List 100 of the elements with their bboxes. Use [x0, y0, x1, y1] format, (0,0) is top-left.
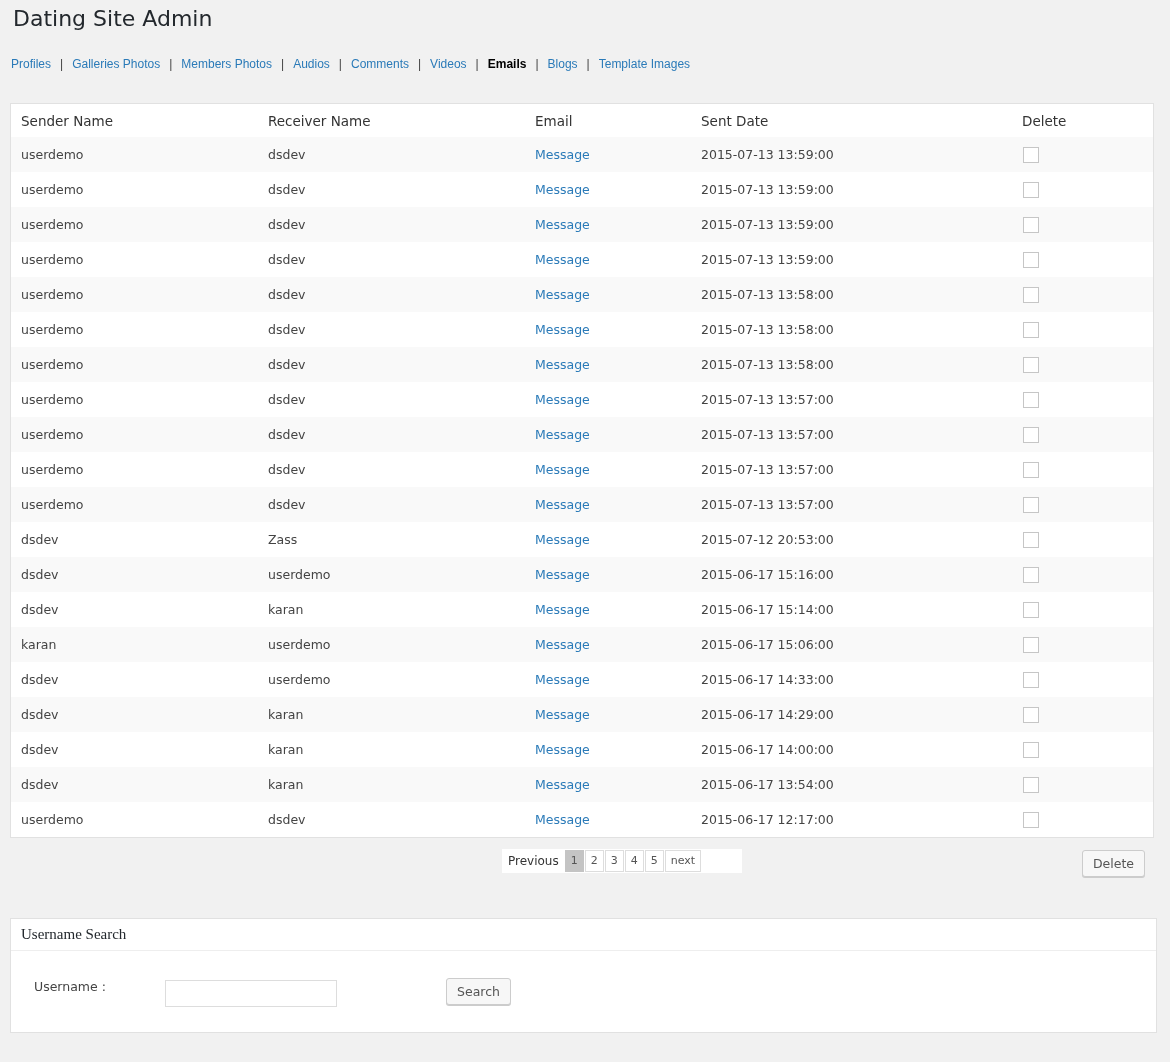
message-link[interactable]: Message [535, 637, 590, 652]
table-cell: 2015-06-17 13:54:00 [691, 767, 1012, 802]
nav-link[interactable]: Audios [293, 57, 330, 71]
table-cell: 2015-07-12 20:53:00 [691, 522, 1012, 557]
delete-checkbox[interactable] [1023, 707, 1039, 723]
delete-checkbox[interactable] [1023, 357, 1039, 373]
delete-checkbox[interactable] [1023, 217, 1039, 233]
previous-link[interactable]: Previous [502, 854, 565, 868]
column-header: Sent Date [691, 104, 1012, 137]
table-cell: dsdev [11, 522, 258, 557]
table-cell: userdemo [11, 137, 258, 172]
table-cell: dsdev [258, 277, 525, 312]
table-cell: userdemo [11, 487, 258, 522]
message-link[interactable]: Message [535, 357, 590, 372]
delete-checkbox[interactable] [1023, 182, 1039, 198]
message-link[interactable]: Message [535, 217, 590, 232]
nav-separator: | [338, 57, 342, 71]
nav-link[interactable]: Blogs [547, 57, 578, 71]
table-cell: karan [11, 627, 258, 662]
message-link[interactable]: Message [535, 462, 590, 477]
message-link[interactable]: Message [535, 707, 590, 722]
table-cell: userdemo [11, 172, 258, 207]
page-link[interactable]: 2 [584, 850, 604, 872]
message-link[interactable]: Message [535, 287, 590, 302]
delete-checkbox[interactable] [1023, 427, 1039, 443]
message-link[interactable]: Message [535, 392, 590, 407]
delete-checkbox[interactable] [1023, 602, 1039, 618]
table-cell: dsdev [258, 242, 525, 277]
table-cell: dsdev [11, 767, 258, 802]
message-link[interactable]: Message [535, 182, 590, 197]
message-link[interactable]: Message [535, 742, 590, 757]
delete-checkbox[interactable] [1023, 497, 1039, 513]
delete-checkbox[interactable] [1023, 147, 1039, 163]
message-link[interactable]: Message [535, 322, 590, 337]
table-cell: userdemo [11, 242, 258, 277]
table-cell: userdemo [11, 277, 258, 312]
delete-checkbox[interactable] [1023, 392, 1039, 408]
panel-title: Username Search [11, 919, 1156, 951]
delete-checkbox[interactable] [1023, 252, 1039, 268]
search-button[interactable]: Search [446, 978, 511, 1005]
table-cell: Zass [258, 522, 525, 557]
message-link[interactable]: Message [535, 567, 590, 582]
table-cell: karan [258, 732, 525, 767]
nav-link[interactable]: Members Photos [181, 57, 272, 71]
table-cell: dsdev [11, 592, 258, 627]
message-link[interactable]: Message [535, 252, 590, 267]
column-header: Sender Name [11, 104, 258, 137]
delete-checkbox[interactable] [1023, 532, 1039, 548]
table-cell: karan [258, 767, 525, 802]
delete-checkbox[interactable] [1023, 322, 1039, 338]
table-cell: userdemo [11, 312, 258, 347]
delete-checkbox[interactable] [1023, 742, 1039, 758]
message-link[interactable]: Message [535, 497, 590, 512]
table-cell: userdemo [11, 207, 258, 242]
nav-link[interactable]: Emails [487, 57, 527, 71]
page-link[interactable]: 3 [604, 850, 624, 872]
nav-link[interactable]: Galleries Photos [72, 57, 161, 71]
nav-link[interactable]: Template Images [598, 57, 691, 71]
table-cell: 2015-07-13 13:57:00 [691, 487, 1012, 522]
table-cell: 2015-06-17 15:16:00 [691, 557, 1012, 592]
table-cell: userdemo [11, 802, 258, 837]
delete-checkbox[interactable] [1023, 287, 1039, 303]
delete-checkbox[interactable] [1023, 777, 1039, 793]
column-header: Receiver Name [258, 104, 525, 137]
page-link[interactable]: 4 [624, 850, 644, 872]
table-cell: dsdev [258, 487, 525, 522]
page-link[interactable]: 1 [564, 850, 584, 872]
nav-link[interactable]: Comments [350, 57, 409, 71]
delete-checkbox[interactable] [1023, 462, 1039, 478]
nav-link[interactable]: Profiles [11, 57, 51, 71]
message-link[interactable]: Message [535, 532, 590, 547]
delete-checkbox[interactable] [1023, 812, 1039, 828]
nav-link[interactable]: Videos [430, 57, 467, 71]
table-cell: dsdev [258, 452, 525, 487]
table-cell: userdemo [11, 382, 258, 417]
delete-checkbox[interactable] [1023, 672, 1039, 688]
table-cell: userdemo [11, 417, 258, 452]
next-link[interactable]: next [664, 850, 702, 872]
table-cell: 2015-06-17 15:14:00 [691, 592, 1012, 627]
message-link[interactable]: Message [535, 672, 590, 687]
table-cell: karan [258, 592, 525, 627]
table-cell: 2015-07-13 13:59:00 [691, 137, 1012, 172]
message-link[interactable]: Message [535, 812, 590, 827]
delete-checkbox[interactable] [1023, 567, 1039, 583]
message-link[interactable]: Message [535, 427, 590, 442]
message-link[interactable]: Message [535, 777, 590, 792]
table-cell: userdemo [258, 557, 525, 592]
table-cell: 2015-06-17 12:17:00 [691, 802, 1012, 837]
username-field[interactable] [165, 980, 337, 1007]
table-cell: userdemo [11, 452, 258, 487]
delete-checkbox[interactable] [1023, 637, 1039, 653]
table-cell: 2015-07-13 13:57:00 [691, 382, 1012, 417]
page-link[interactable]: 5 [644, 850, 664, 872]
table-cell: dsdev [258, 137, 525, 172]
table-cell: 2015-07-13 13:58:00 [691, 347, 1012, 382]
message-link[interactable]: Message [535, 147, 590, 162]
nav-separator: | [475, 57, 479, 71]
message-link[interactable]: Message [535, 602, 590, 617]
delete-button[interactable]: Delete [1081, 850, 1145, 877]
table-cell: dsdev [258, 312, 525, 347]
